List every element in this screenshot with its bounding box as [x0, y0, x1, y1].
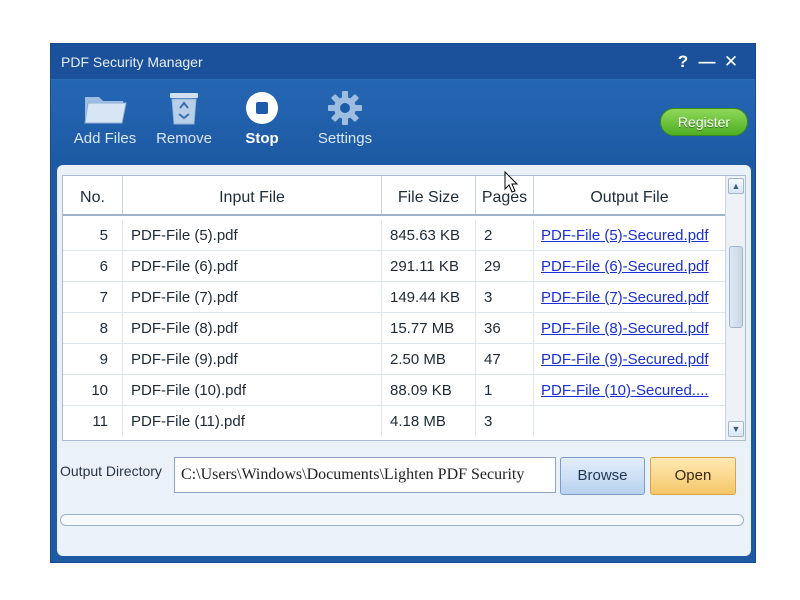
- cell-pages: 29: [476, 251, 534, 282]
- cell-pages: 2: [476, 220, 534, 251]
- cell-file-size: 15.77 MB: [382, 313, 476, 344]
- cell-input-file: PDF-File (11).pdf: [123, 406, 382, 437]
- output-directory-label: Output Directory: [60, 463, 162, 479]
- cell-input-file: PDF-File (6).pdf: [123, 251, 382, 282]
- remove-label: Remove: [156, 130, 212, 147]
- stop-label: Stop: [245, 130, 279, 147]
- cell-pages: 1: [476, 375, 534, 406]
- cell-no: 7: [63, 282, 123, 313]
- table-row[interactable]: 8 PDF-File (8).pdf 15.77 MB 36 PDF-File …: [63, 313, 725, 344]
- output-directory-field[interactable]: C:\Users\Windows\Documents\Lighten PDF S…: [174, 457, 556, 493]
- cell-no: 10: [63, 375, 123, 406]
- cell-pages: 3: [476, 406, 534, 437]
- folder-icon: [65, 90, 145, 126]
- stop-icon: [222, 90, 302, 126]
- scroll-up-icon[interactable]: ▲: [728, 178, 744, 194]
- column-header-file-size[interactable]: File Size: [382, 176, 476, 214]
- table-row[interactable]: 5 PDF-File (5).pdf 845.63 KB 2 PDF-File …: [63, 220, 725, 251]
- add-files-label: Add Files: [73, 130, 137, 147]
- minimize-button[interactable]: —: [697, 52, 717, 72]
- gear-icon: [305, 90, 385, 126]
- add-files-button[interactable]: Add Files: [65, 90, 145, 147]
- scroll-down-icon[interactable]: ▼: [728, 421, 744, 437]
- register-button[interactable]: Register: [660, 108, 748, 136]
- output-file-link[interactable]: PDF-File (6)-Secured.pdf: [534, 251, 725, 282]
- open-button[interactable]: Open: [650, 457, 736, 495]
- browse-button[interactable]: Browse: [560, 457, 645, 495]
- cell-no: 8: [63, 313, 123, 344]
- cell-pages: 3: [476, 282, 534, 313]
- output-file-link[interactable]: PDF-File (7)-Secured.pdf: [534, 282, 725, 313]
- output-file-link[interactable]: PDF-File (5)-Secured.pdf: [534, 220, 725, 251]
- toolbar: Add Files Remove Stop Settings: [51, 80, 755, 162]
- cell-file-size: 2.50 MB: [382, 344, 476, 375]
- title-bar[interactable]: PDF Security Manager ? — ✕: [51, 44, 755, 80]
- table-header: No. Input File File Size Pages Output Fi…: [63, 176, 725, 216]
- mouse-cursor-icon: [504, 171, 519, 193]
- output-file-link[interactable]: PDF-File (8)-Secured.pdf: [534, 313, 725, 344]
- help-button[interactable]: ?: [673, 52, 693, 72]
- table-row[interactable]: 9 PDF-File (9).pdf 2.50 MB 47 PDF-File (…: [63, 344, 725, 375]
- cell-file-size: 4.18 MB: [382, 406, 476, 437]
- cell-input-file: PDF-File (9).pdf: [123, 344, 382, 375]
- table-row[interactable]: 11 PDF-File (11).pdf 4.18 MB 3: [63, 406, 725, 437]
- table-row[interactable]: 7 PDF-File (7).pdf 149.44 KB 3 PDF-File …: [63, 282, 725, 313]
- cell-no: 5: [63, 220, 123, 251]
- scroll-thumb[interactable]: [729, 246, 743, 328]
- cell-pages: 47: [476, 344, 534, 375]
- remove-button[interactable]: Remove: [144, 90, 224, 147]
- output-file-link[interactable]: PDF-File (9)-Secured.pdf: [534, 344, 725, 375]
- progress-bar: [60, 514, 744, 526]
- cell-no: 6: [63, 251, 123, 282]
- recycle-bin-icon: [144, 90, 224, 126]
- cell-input-file: PDF-File (5).pdf: [123, 220, 382, 251]
- cell-pages: 36: [476, 313, 534, 344]
- table-row[interactable]: 6 PDF-File (6).pdf 291.11 KB 29 PDF-File…: [63, 251, 725, 282]
- close-button[interactable]: ✕: [721, 52, 741, 72]
- column-header-input-file[interactable]: Input File: [123, 176, 382, 214]
- stop-button[interactable]: Stop: [222, 90, 302, 147]
- file-table: No. Input File File Size Pages Output Fi…: [62, 175, 746, 441]
- table-row[interactable]: 10 PDF-File (10).pdf 88.09 KB 1 PDF-File…: [63, 375, 725, 406]
- output-file-link[interactable]: [534, 406, 725, 437]
- app-window: PDF Security Manager ? — ✕ Add Files Rem…: [50, 43, 756, 563]
- column-header-no[interactable]: No.: [63, 176, 123, 214]
- cell-file-size: 149.44 KB: [382, 282, 476, 313]
- window-title: PDF Security Manager: [61, 54, 203, 70]
- cell-file-size: 845.63 KB: [382, 220, 476, 251]
- cell-no: 9: [63, 344, 123, 375]
- settings-label: Settings: [317, 130, 373, 147]
- column-header-output-file[interactable]: Output File: [534, 176, 725, 214]
- cell-input-file: PDF-File (8).pdf: [123, 313, 382, 344]
- cell-no: 11: [63, 406, 123, 437]
- cell-input-file: PDF-File (10).pdf: [123, 375, 382, 406]
- cell-file-size: 291.11 KB: [382, 251, 476, 282]
- vertical-scrollbar[interactable]: ▲ ▼: [725, 176, 745, 440]
- settings-button[interactable]: Settings: [305, 90, 385, 147]
- main-panel: No. Input File File Size Pages Output Fi…: [57, 165, 751, 556]
- cell-file-size: 88.09 KB: [382, 375, 476, 406]
- cell-input-file: PDF-File (7).pdf: [123, 282, 382, 313]
- output-file-link[interactable]: PDF-File (10)-Secured....: [534, 375, 725, 406]
